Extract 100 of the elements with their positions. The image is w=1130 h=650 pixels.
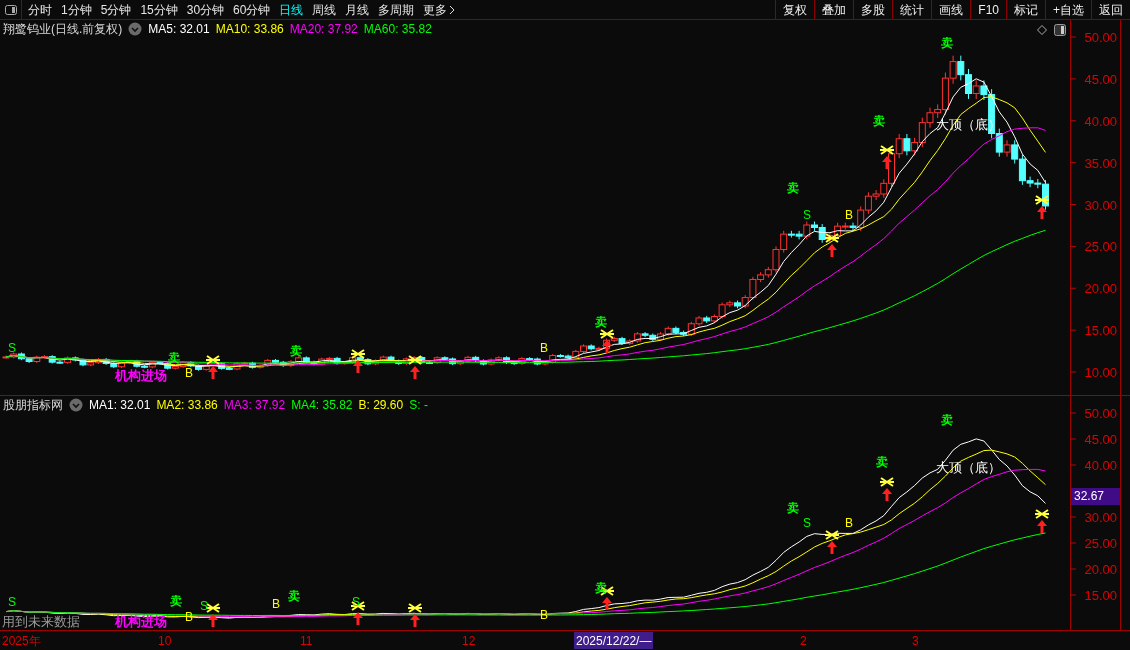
axis-label: 30.00	[1084, 510, 1117, 525]
burst-icon	[1034, 509, 1050, 519]
date-axis-label: 2	[800, 633, 807, 650]
period-tab[interactable]: 30分钟	[186, 0, 225, 19]
legend-value: MA20: 37.92	[289, 21, 358, 38]
top-signal-label: 大顶（底）	[936, 117, 1001, 132]
axis-label: 45.00	[1084, 71, 1117, 87]
axis-label: 20.00	[1084, 562, 1117, 577]
sell-signal: 卖	[290, 344, 302, 358]
burst-icon	[407, 355, 423, 365]
current-value-badge: 32.67	[1071, 488, 1120, 505]
sell-marker: S	[803, 208, 811, 222]
panel-toggle-icon[interactable]	[4, 4, 17, 15]
buy-marker: B	[845, 516, 853, 530]
buy-marker: B	[845, 208, 853, 222]
burst-icon	[824, 233, 840, 243]
sell-marker: S	[8, 341, 16, 355]
buy-marker: B	[540, 341, 548, 355]
cursor-date-label: 2025/12/22/—	[574, 632, 654, 649]
sell-signal: 卖	[595, 581, 607, 595]
legend-value: B: 29.60	[358, 397, 404, 414]
sell-signal: 卖	[941, 36, 953, 50]
axis-label: 20.00	[1084, 281, 1117, 297]
period-tab[interactable]: 日线	[279, 0, 304, 19]
toolbar-button[interactable]: 统计	[892, 0, 932, 19]
burst-icon	[407, 603, 423, 613]
axis-label: 25.00	[1084, 536, 1117, 551]
up-arrow-icon	[827, 244, 837, 257]
up-arrow-icon	[882, 488, 892, 501]
period-tab[interactable]: 月线	[345, 0, 370, 19]
up-arrow-icon	[1037, 206, 1047, 219]
sell-marker: S	[200, 599, 208, 613]
sell-signal: 卖	[595, 315, 607, 329]
up-arrow-icon	[1037, 520, 1047, 533]
legend-value: MA5: 32.01	[148, 21, 210, 38]
stock-title: 翔鹭钨业(日线.前复权)	[3, 21, 123, 38]
sell-signal: 卖	[941, 413, 953, 427]
axis-label: 15.00	[1084, 588, 1117, 603]
chevron-right-icon[interactable]	[449, 4, 456, 15]
up-arrow-icon	[208, 366, 218, 379]
sell-marker: S	[8, 595, 16, 609]
up-arrow-icon	[602, 597, 612, 610]
up-arrow-icon	[353, 360, 363, 373]
axis-label: 15.00	[1084, 323, 1117, 339]
up-arrow-icon	[827, 541, 837, 554]
axis-label: 25.00	[1084, 239, 1117, 255]
toolbar-button[interactable]: 返回	[1091, 0, 1130, 19]
legend-value: S: -	[409, 397, 428, 414]
burst-icon	[879, 145, 895, 155]
sell-signal: 卖	[787, 181, 799, 195]
legend-value: MA2: 33.86	[156, 397, 218, 414]
axis-label: 50.00	[1084, 30, 1117, 45]
date-axis-label: 11	[300, 633, 313, 650]
institution-label: 机构进场	[115, 368, 167, 383]
legend-value: MA1: 32.01	[89, 397, 151, 414]
note-label: 用到未来数据	[2, 614, 80, 629]
sell-signal: 卖	[288, 589, 300, 603]
period-tab[interactable]: 60分钟	[233, 0, 271, 19]
burst-icon	[824, 530, 840, 540]
up-arrow-icon	[353, 612, 363, 625]
toolbar-button[interactable]: +自选	[1045, 0, 1091, 19]
legend-value: MA10: 33.86	[215, 21, 284, 38]
buy-marker: B	[185, 366, 193, 380]
toolbar-button[interactable]: 多股	[853, 0, 893, 19]
period-tab[interactable]: 分时	[28, 0, 52, 19]
period-tab[interactable]: 15分钟	[140, 0, 178, 19]
sell-signal: 卖	[170, 594, 182, 608]
axis-label: 40.00	[1084, 113, 1117, 129]
axis-label: 45.00	[1084, 432, 1117, 447]
burst-icon	[879, 477, 895, 487]
chevron-down-icon[interactable]	[69, 398, 83, 412]
sell-marker: S	[803, 516, 811, 530]
toolbar-button[interactable]: 标记	[1006, 0, 1045, 19]
diamond-icon[interactable]	[1037, 25, 1047, 35]
sell-signal: 卖	[873, 114, 885, 128]
period-tab[interactable]: 5分钟	[100, 0, 132, 19]
sell-signal: 卖	[787, 501, 799, 515]
burst-icon	[350, 349, 366, 359]
axis-label: 50.00	[1084, 406, 1117, 421]
date-axis-label: 3	[912, 633, 919, 650]
period-tab[interactable]: 周线	[312, 0, 337, 19]
up-arrow-icon	[208, 614, 218, 627]
toolbar-button[interactable]: 画线	[931, 0, 971, 19]
toolbar-button[interactable]: 叠加	[814, 0, 854, 19]
toolbar-button[interactable]: 复权	[775, 0, 815, 19]
date-axis-label: 10	[158, 633, 172, 650]
chevron-down-icon[interactable]	[128, 22, 143, 36]
axis-label: 10.00	[1084, 365, 1117, 380]
period-tab[interactable]: 1分钟	[61, 0, 92, 19]
toolbar-button[interactable]: F10	[970, 0, 1006, 19]
burst-icon	[599, 329, 615, 339]
period-tab[interactable]: 多周期	[378, 0, 415, 19]
buy-marker: B	[272, 597, 280, 611]
panel-toggle-icon[interactable]	[1054, 24, 1066, 36]
more-menu[interactable]: 更多	[423, 0, 448, 19]
date-axis-label: 2025年	[2, 633, 41, 650]
sell-signal: 卖	[876, 455, 888, 469]
axis-label: 35.00	[1084, 155, 1117, 171]
up-arrow-icon	[410, 614, 420, 627]
legend-value: MA60: 35.82	[363, 21, 432, 38]
